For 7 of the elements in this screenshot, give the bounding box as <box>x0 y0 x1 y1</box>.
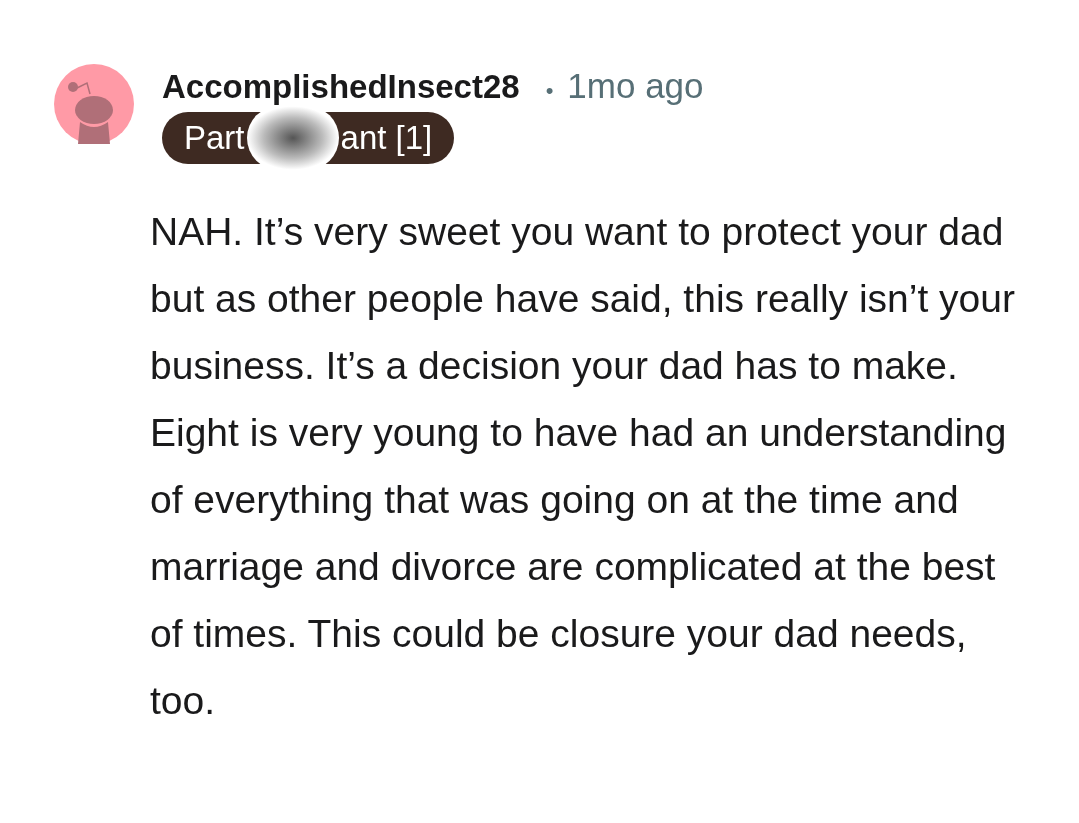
avatar-icon <box>54 64 134 144</box>
username[interactable]: AccomplishedInsect28 <box>162 68 520 106</box>
flair-text: Part <box>184 119 245 157</box>
separator-dot: • <box>545 78 554 104</box>
flair-text: ant [1] <box>340 119 433 157</box>
timestamp: 1mo ago <box>567 66 704 106</box>
comment-body: NAH. It’s very sweet you want to protect your dad but as other people have said, this really isn’t your business. It’s a decision your dad has to make. Eight is very young to have had an understanding of everything that was going on at the time and marriage and divorce are complicated at the best of times. This could be closure your dad needs, too. <box>150 209 1016 724</box>
